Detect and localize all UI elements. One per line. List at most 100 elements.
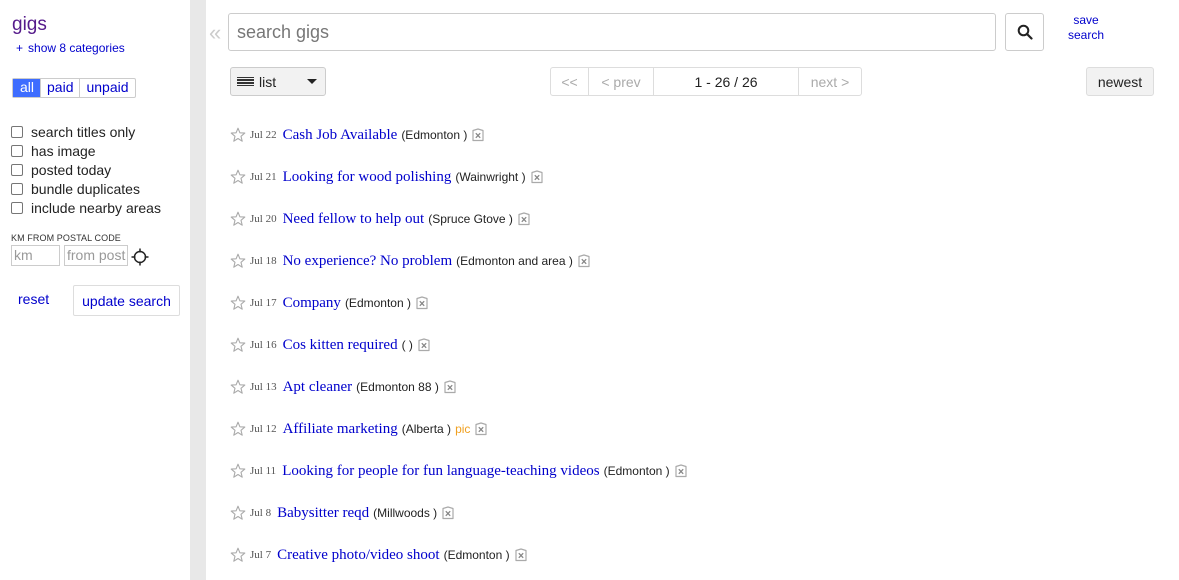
locate-icon[interactable]: [131, 248, 149, 266]
listing-title-link[interactable]: Cos kitten required: [283, 337, 398, 354]
sidebar: gigs + show 8 categories all paid unpaid …: [0, 0, 190, 580]
km-input[interactable]: km: [11, 245, 60, 266]
search-options: search titles only has image posted toda…: [11, 122, 161, 217]
favorite-star-icon[interactable]: [230, 295, 246, 311]
favorite-star-icon[interactable]: [230, 505, 246, 521]
hide-listing-icon[interactable]: [674, 463, 688, 479]
favorite-star-icon[interactable]: [230, 463, 246, 479]
listing-title-link[interactable]: Looking for people for fun language-teac…: [282, 463, 599, 480]
listing-title-link[interactable]: Creative photo/video shoot: [277, 547, 439, 564]
favorite-star-icon[interactable]: [230, 253, 246, 269]
listing-date: Jul 16: [250, 339, 277, 351]
postal-code-input[interactable]: from post: [64, 245, 128, 266]
listing-location: (Edmonton and area ): [456, 254, 573, 268]
listing-title-link[interactable]: Cash Job Available: [283, 127, 398, 144]
option-bundle-duplicates[interactable]: bundle duplicates: [11, 179, 161, 198]
listing-row: Jul 11 Looking for people for fun languag…: [230, 461, 688, 481]
listing-row: Jul 20 Need fellow to help out (Spruce Gto…: [230, 209, 531, 229]
listing-date: Jul 17: [250, 297, 277, 309]
listing-location: (Edmonton ): [443, 548, 510, 562]
update-search-button[interactable]: update search: [73, 285, 180, 316]
listing-row: Jul 18 No experience? No problem (Edmonton…: [230, 251, 591, 271]
listing-title-link[interactable]: Company: [283, 295, 341, 312]
listing-date: Jul 22: [250, 129, 277, 141]
collapse-sidebar-icon[interactable]: «: [209, 22, 221, 44]
search-input[interactable]: search gigs: [228, 13, 996, 51]
sidebar-divider[interactable]: [190, 0, 206, 580]
option-has-image[interactable]: has image: [11, 141, 161, 160]
pagination: << < prev 1 - 26 / 26 next >: [550, 67, 862, 96]
tab-all[interactable]: all: [13, 79, 41, 97]
tab-unpaid[interactable]: unpaid: [79, 79, 134, 97]
tab-paid[interactable]: paid: [40, 79, 79, 97]
has-image-checkbox[interactable]: [11, 144, 23, 157]
posted-today-checkbox[interactable]: [11, 163, 23, 176]
listing-title-link[interactable]: Need fellow to help out: [283, 211, 425, 228]
listing-row: Jul 12 Affiliate marketing (Alberta ) pic: [230, 419, 488, 439]
hide-listing-icon[interactable]: [474, 421, 488, 437]
listing-location: (Alberta ): [401, 422, 452, 436]
listing-date: Jul 8: [250, 507, 272, 519]
listing-date: Jul 20: [250, 213, 277, 225]
listing-location: ( ): [401, 338, 413, 352]
listing-title-link[interactable]: No experience? No problem: [283, 253, 453, 270]
prev-page-button[interactable]: < prev: [588, 68, 653, 95]
page-title[interactable]: gigs: [12, 14, 47, 36]
search-titles-checkbox[interactable]: [11, 125, 23, 138]
listing-date: Jul 21: [250, 171, 277, 183]
hide-listing-icon[interactable]: [441, 505, 455, 521]
listing-row: Jul 8 Babysitter reqd (Millwoods ): [230, 503, 455, 523]
save-search-link[interactable]: save search: [1060, 13, 1112, 43]
save-search-line1: save: [1073, 13, 1099, 27]
listing-location: (Millwoods ): [373, 506, 438, 520]
hide-listing-icon[interactable]: [517, 211, 531, 227]
hide-listing-icon[interactable]: [577, 253, 591, 269]
listing-title-link[interactable]: Looking for wood polishing: [283, 169, 452, 186]
hide-listing-icon[interactable]: [514, 547, 528, 563]
reset-button[interactable]: reset: [18, 291, 49, 307]
favorite-star-icon[interactable]: [230, 547, 246, 563]
option-label: posted today: [31, 161, 112, 178]
listing-location: (Wainwright ): [455, 170, 526, 184]
hide-listing-icon[interactable]: [443, 379, 457, 395]
bundle-duplicates-checkbox[interactable]: [11, 182, 23, 195]
hide-listing-icon[interactable]: [530, 169, 544, 185]
favorite-star-icon[interactable]: [230, 379, 246, 395]
option-posted-today[interactable]: posted today: [11, 160, 161, 179]
first-page-button[interactable]: <<: [551, 68, 588, 95]
listing-location: (Edmonton ): [344, 296, 411, 310]
next-page-button[interactable]: next >: [798, 68, 861, 95]
listing-date: Jul 13: [250, 381, 277, 393]
search-button[interactable]: [1005, 13, 1044, 51]
view-mode-label: list: [259, 73, 277, 90]
listing-location: (Edmonton ): [603, 464, 670, 478]
listing-row: Jul 7 Creative photo/video shoot (Edmonton…: [230, 545, 528, 565]
favorite-star-icon[interactable]: [230, 421, 246, 437]
listing-row: Jul 21 Looking for wood polishing (Wainwri…: [230, 167, 544, 187]
sort-newest-button[interactable]: newest: [1086, 67, 1154, 96]
km-from-postal-label: KM FROM POSTAL CODE: [11, 233, 121, 243]
listing-location: (Edmonton 88 ): [356, 380, 439, 394]
listing-title-link[interactable]: Babysitter reqd: [277, 505, 369, 522]
option-label: search titles only: [31, 123, 136, 140]
favorite-star-icon[interactable]: [230, 211, 246, 227]
listing-title-link[interactable]: Apt cleaner: [283, 379, 353, 396]
include-nearby-checkbox[interactable]: [11, 201, 23, 214]
listing-location: (Edmonton ): [401, 128, 468, 142]
hide-listing-icon[interactable]: [415, 295, 429, 311]
show-categories-label: show 8 categories: [28, 41, 125, 55]
option-search-titles-only[interactable]: search titles only: [11, 122, 161, 141]
favorite-star-icon[interactable]: [230, 337, 246, 353]
favorite-star-icon[interactable]: [230, 127, 246, 143]
listing-row: Jul 17 Company (Edmonton ): [230, 293, 429, 313]
listing-title-link[interactable]: Affiliate marketing: [283, 421, 398, 438]
page-range: 1 - 26 / 26: [653, 68, 798, 95]
view-mode-select[interactable]: list: [230, 67, 326, 96]
show-categories-link[interactable]: + show 8 categories: [16, 41, 125, 55]
favorite-star-icon[interactable]: [230, 169, 246, 185]
listing-location: (Spruce Gtove ): [428, 212, 513, 226]
hide-listing-icon[interactable]: [417, 337, 431, 353]
option-include-nearby[interactable]: include nearby areas: [11, 198, 161, 217]
has-pic-tag: pic: [455, 422, 471, 436]
hide-listing-icon[interactable]: [471, 127, 485, 143]
